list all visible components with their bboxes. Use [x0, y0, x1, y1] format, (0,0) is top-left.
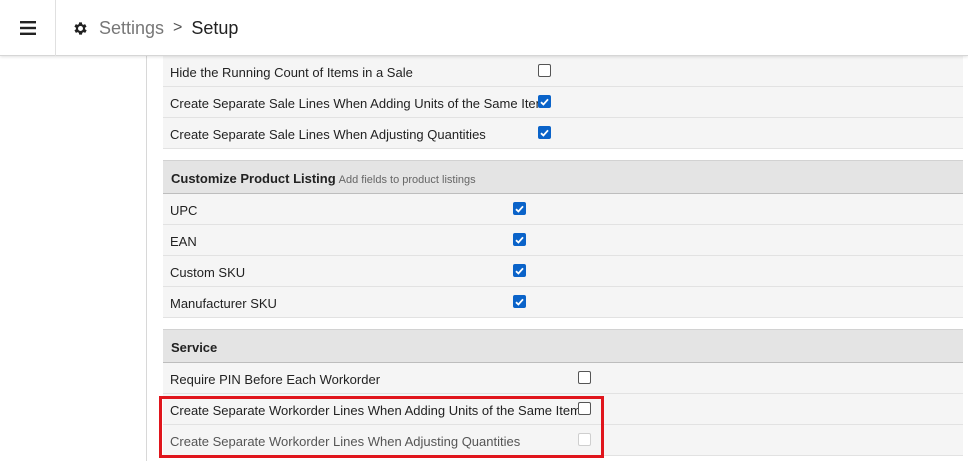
sidebar — [0, 56, 147, 461]
setting-row-separate-sale-lines-adding: Create Separate Sale Lines When Adding U… — [163, 87, 963, 118]
separate-sale-lines-adding-checkbox[interactable] — [538, 95, 551, 108]
gear-icon — [72, 20, 89, 37]
setting-label: Manufacturer SKU — [170, 296, 277, 311]
custom-sku-checkbox[interactable] — [513, 264, 526, 277]
setting-row-ean: EAN — [163, 225, 963, 256]
separate-sale-lines-adjusting-checkbox[interactable] — [538, 126, 551, 139]
manufacturer-sku-checkbox[interactable] — [513, 295, 526, 308]
require-pin-checkbox[interactable] — [578, 371, 591, 384]
section-subtitle: Add fields to product listings — [338, 174, 476, 186]
setting-row-hide-running-count: Hide the Running Count of Items in a Sal… — [163, 56, 963, 87]
setting-row-manufacturer-sku: Manufacturer SKU — [163, 287, 963, 318]
setting-label: Create Separate Sale Lines When Adjustin… — [170, 127, 486, 142]
hamburger-menu-icon — [19, 21, 36, 35]
section-title: Customize Product Listing Add fields to p… — [171, 171, 476, 186]
upc-checkbox[interactable] — [513, 202, 526, 215]
section-title-text: Customize Product Listing — [171, 171, 336, 186]
top-bar: Settings > Setup — [0, 0, 968, 56]
setting-label: Create Separate Workorder Lines When Adj… — [170, 434, 521, 449]
breadcrumb-settings-link[interactable]: Settings — [99, 18, 164, 39]
setting-label: Require PIN Before Each Workorder — [170, 372, 381, 387]
setting-label: Create Separate Workorder Lines When Add… — [170, 403, 581, 418]
setting-row-separate-workorder-lines-adding: Create Separate Workorder Lines When Add… — [163, 394, 963, 425]
section-title: Service — [171, 340, 218, 355]
section-header-product-listing: Customize Product Listing Add fields to p… — [163, 160, 963, 194]
checkmark-icon — [515, 205, 524, 213]
setting-row-require-pin: Require PIN Before Each Workorder — [163, 363, 963, 394]
setting-label: UPC — [170, 203, 198, 218]
section-header-service: Service — [163, 329, 963, 363]
separate-workorder-lines-adjusting-checkbox[interactable] — [578, 433, 591, 446]
setting-label: EAN — [170, 234, 197, 249]
chevron-right-icon: > — [173, 19, 183, 36]
checkmark-icon — [540, 98, 549, 106]
separate-workorder-lines-adding-checkbox[interactable] — [578, 402, 591, 415]
setting-label: Create Separate Sale Lines When Adding U… — [170, 96, 547, 111]
setting-label: Hide the Running Count of Items in a Sal… — [170, 65, 413, 80]
checkmark-icon — [540, 129, 549, 137]
setting-row-custom-sku: Custom SKU — [163, 256, 963, 287]
ean-checkbox[interactable] — [513, 233, 526, 246]
setting-row-upc: UPC — [163, 194, 963, 225]
breadcrumb: Settings > Setup — [72, 0, 238, 56]
hide-running-count-checkbox[interactable] — [538, 64, 551, 77]
setting-row-separate-workorder-lines-adjusting: Create Separate Workorder Lines When Adj… — [163, 425, 963, 456]
checkmark-icon — [515, 298, 524, 306]
hamburger-menu-button[interactable] — [0, 0, 56, 56]
setting-label: Custom SKU — [170, 265, 246, 280]
page-title: Setup — [191, 17, 239, 38]
setting-row-separate-sale-lines-adjusting: Create Separate Sale Lines When Adjustin… — [163, 118, 963, 149]
checkmark-icon — [515, 267, 524, 275]
checkmark-icon — [515, 236, 524, 244]
